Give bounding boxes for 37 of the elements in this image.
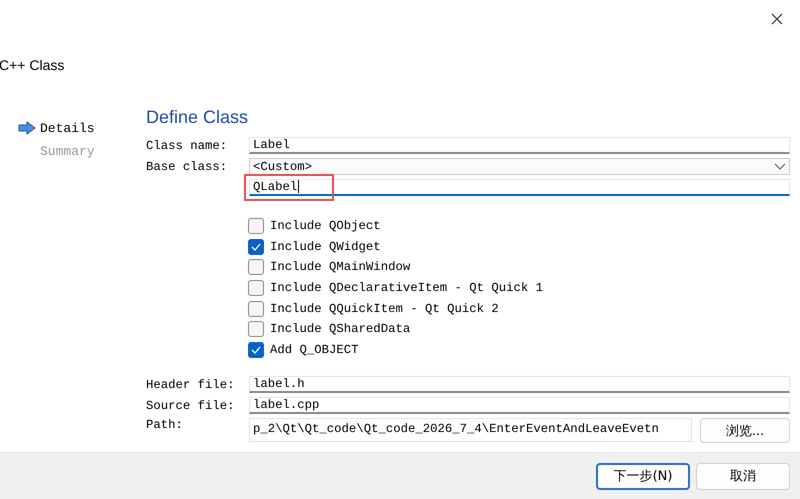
checkbox[interactable] [248, 259, 264, 276]
field-label: Header file: [146, 378, 236, 392]
checkbox-label: Include QDeclarativeItem - Qt Quick 1 [270, 281, 544, 296]
checkbox-label: Include QObject [270, 219, 381, 234]
browse-button[interactable]: 浏览... [700, 418, 790, 444]
base-class-dropdown[interactable]: <Custom> [249, 158, 790, 175]
window-title: C++ Class [0, 57, 66, 75]
checkbox-label: Add Q_OBJECT [270, 342, 359, 357]
dialog-button[interactable]: 取消 [696, 462, 790, 490]
class-name-field[interactable]: Label [249, 137, 790, 154]
checkbox-label: Include QMainWindow [270, 260, 410, 274]
checkbox[interactable] [248, 321, 264, 338]
checkbox[interactable] [248, 300, 264, 317]
page-heading: Define Class [146, 107, 250, 129]
checkbox[interactable] [248, 218, 264, 234]
checkbox[interactable] [248, 238, 264, 255]
arrow-icon [18, 121, 36, 135]
checkmark-icon [251, 346, 261, 354]
field-label: Source file: [146, 398, 236, 413]
path-field[interactable]: p_2\Qt\Qt_code\Qt_code_2026_7_4\EnterEventAndLeaveEvetn [249, 418, 692, 442]
source-file-field[interactable]: label.cpp [249, 397, 790, 414]
chevron-down-icon [774, 163, 786, 170]
checkbox-label: Include QQuickItem - Qt Quick 2 [270, 302, 499, 316]
checkbox-label: Include QWidget [270, 240, 381, 254]
text-cursor [298, 180, 300, 194]
header-file-field[interactable]: label.h [249, 376, 790, 394]
dialog-button[interactable]: 下一步(N) [596, 462, 690, 490]
checkbox[interactable] [248, 280, 264, 296]
field-label: Class name: [146, 138, 228, 152]
checkbox[interactable] [248, 342, 264, 358]
sidebar-item[interactable]: Details [18, 118, 146, 138]
base-class-field[interactable]: QLabel [249, 179, 790, 196]
checkbox-label: Include QSharedData [270, 322, 410, 336]
checkmark-icon [251, 242, 261, 251]
close-icon [771, 13, 783, 25]
field-label: Path: [146, 418, 184, 432]
field-label: Base class: [146, 160, 228, 174]
